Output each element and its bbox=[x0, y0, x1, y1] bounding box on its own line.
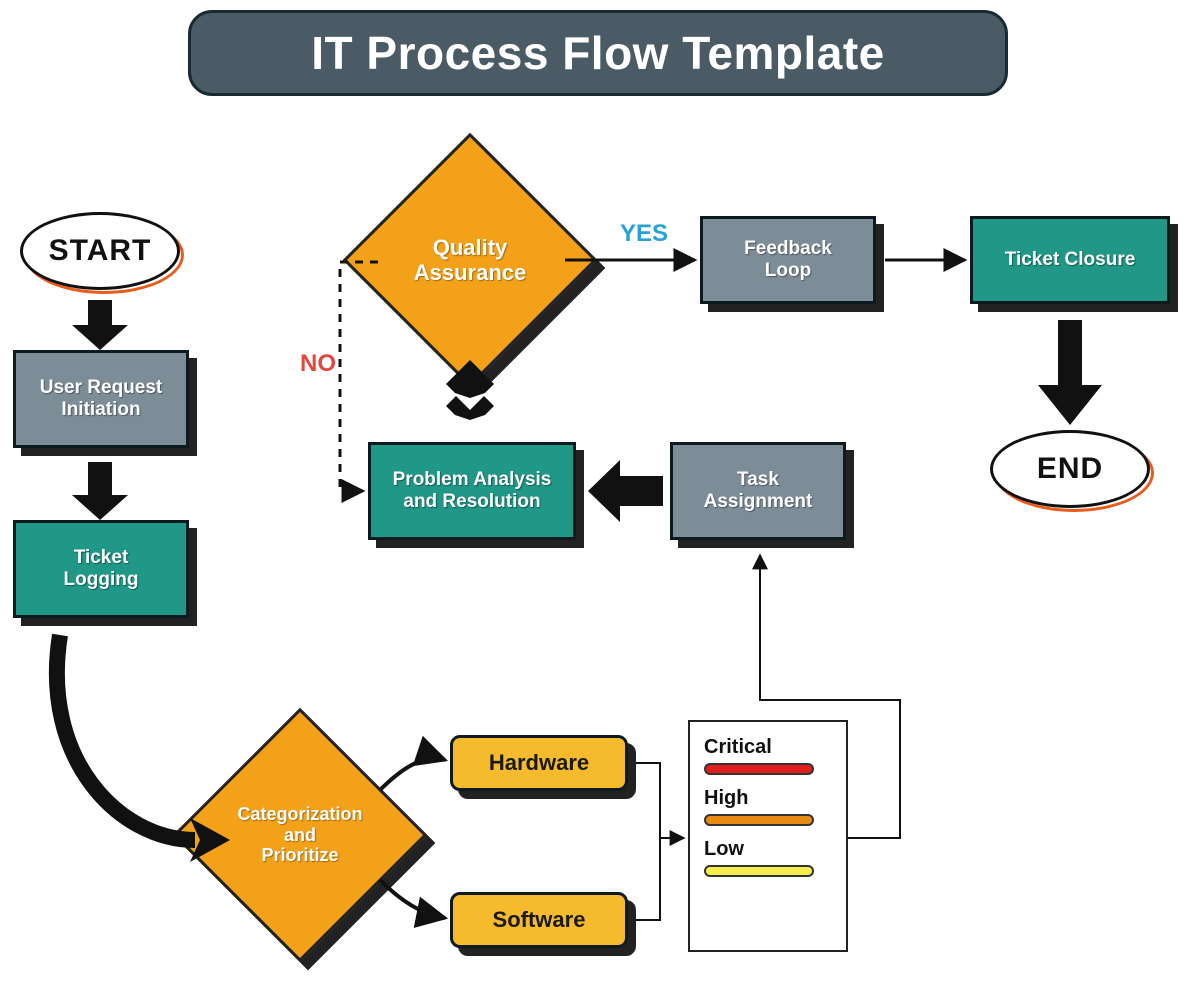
node-ticket-closure-label: Ticket Closure bbox=[970, 216, 1170, 304]
arrow-start-to-user-request bbox=[72, 300, 128, 350]
node-task-assignment: TaskAssignment bbox=[670, 442, 846, 540]
priority-critical: Critical bbox=[704, 736, 832, 775]
node-ticket-logging-label: TicketLogging bbox=[13, 520, 189, 618]
arrow-closure-to-end bbox=[1038, 320, 1102, 425]
node-hardware: Hardware bbox=[450, 735, 628, 791]
node-quality-assurance-decision: QualityAssurance bbox=[380, 170, 560, 350]
flowchart-canvas: IT Process Flow Template START User Requ… bbox=[0, 0, 1200, 995]
node-software: Software bbox=[450, 892, 628, 948]
node-task-assignment-label: TaskAssignment bbox=[670, 442, 846, 540]
priority-high-bar bbox=[704, 814, 814, 826]
start-label: START bbox=[20, 212, 180, 290]
diagram-title: IT Process Flow Template bbox=[188, 10, 1008, 96]
node-user-request-label: User RequestInitiation bbox=[13, 350, 189, 448]
priority-high: High bbox=[704, 787, 832, 826]
priority-critical-bar bbox=[704, 763, 814, 775]
node-categorize-decision: CategorizationandPrioritize bbox=[210, 745, 390, 925]
priority-high-label: High bbox=[704, 787, 832, 810]
node-categorize-label: CategorizationandPrioritize bbox=[210, 745, 390, 925]
priority-low-bar bbox=[704, 865, 814, 877]
start-terminator: START bbox=[20, 212, 180, 290]
arrow-task-to-problem bbox=[588, 460, 663, 522]
end-terminator: END bbox=[990, 430, 1150, 508]
arrow-user-request-to-ticket-logging bbox=[72, 462, 128, 520]
node-problem-analysis-label: Problem Analysisand Resolution bbox=[368, 442, 576, 540]
priority-low-label: Low bbox=[704, 838, 832, 861]
node-problem-analysis: Problem Analysisand Resolution bbox=[368, 442, 576, 540]
node-ticket-logging: TicketLogging bbox=[13, 520, 189, 618]
qa-yes-label: YES bbox=[620, 220, 668, 248]
node-feedback-loop-label: FeedbackLoop bbox=[700, 216, 876, 304]
node-feedback-loop: FeedbackLoop bbox=[700, 216, 876, 304]
node-quality-assurance-label: QualityAssurance bbox=[380, 170, 560, 350]
qa-no-label: NO bbox=[300, 350, 336, 378]
priority-panel: Critical High Low bbox=[688, 720, 848, 952]
priority-low: Low bbox=[704, 838, 832, 877]
node-software-label: Software bbox=[450, 892, 628, 948]
priority-critical-label: Critical bbox=[704, 736, 832, 759]
node-ticket-closure: Ticket Closure bbox=[970, 216, 1170, 304]
node-hardware-label: Hardware bbox=[450, 735, 628, 791]
merge-hardware-software-to-priority bbox=[636, 763, 684, 920]
end-label: END bbox=[990, 430, 1150, 508]
node-user-request: User RequestInitiation bbox=[13, 350, 189, 448]
